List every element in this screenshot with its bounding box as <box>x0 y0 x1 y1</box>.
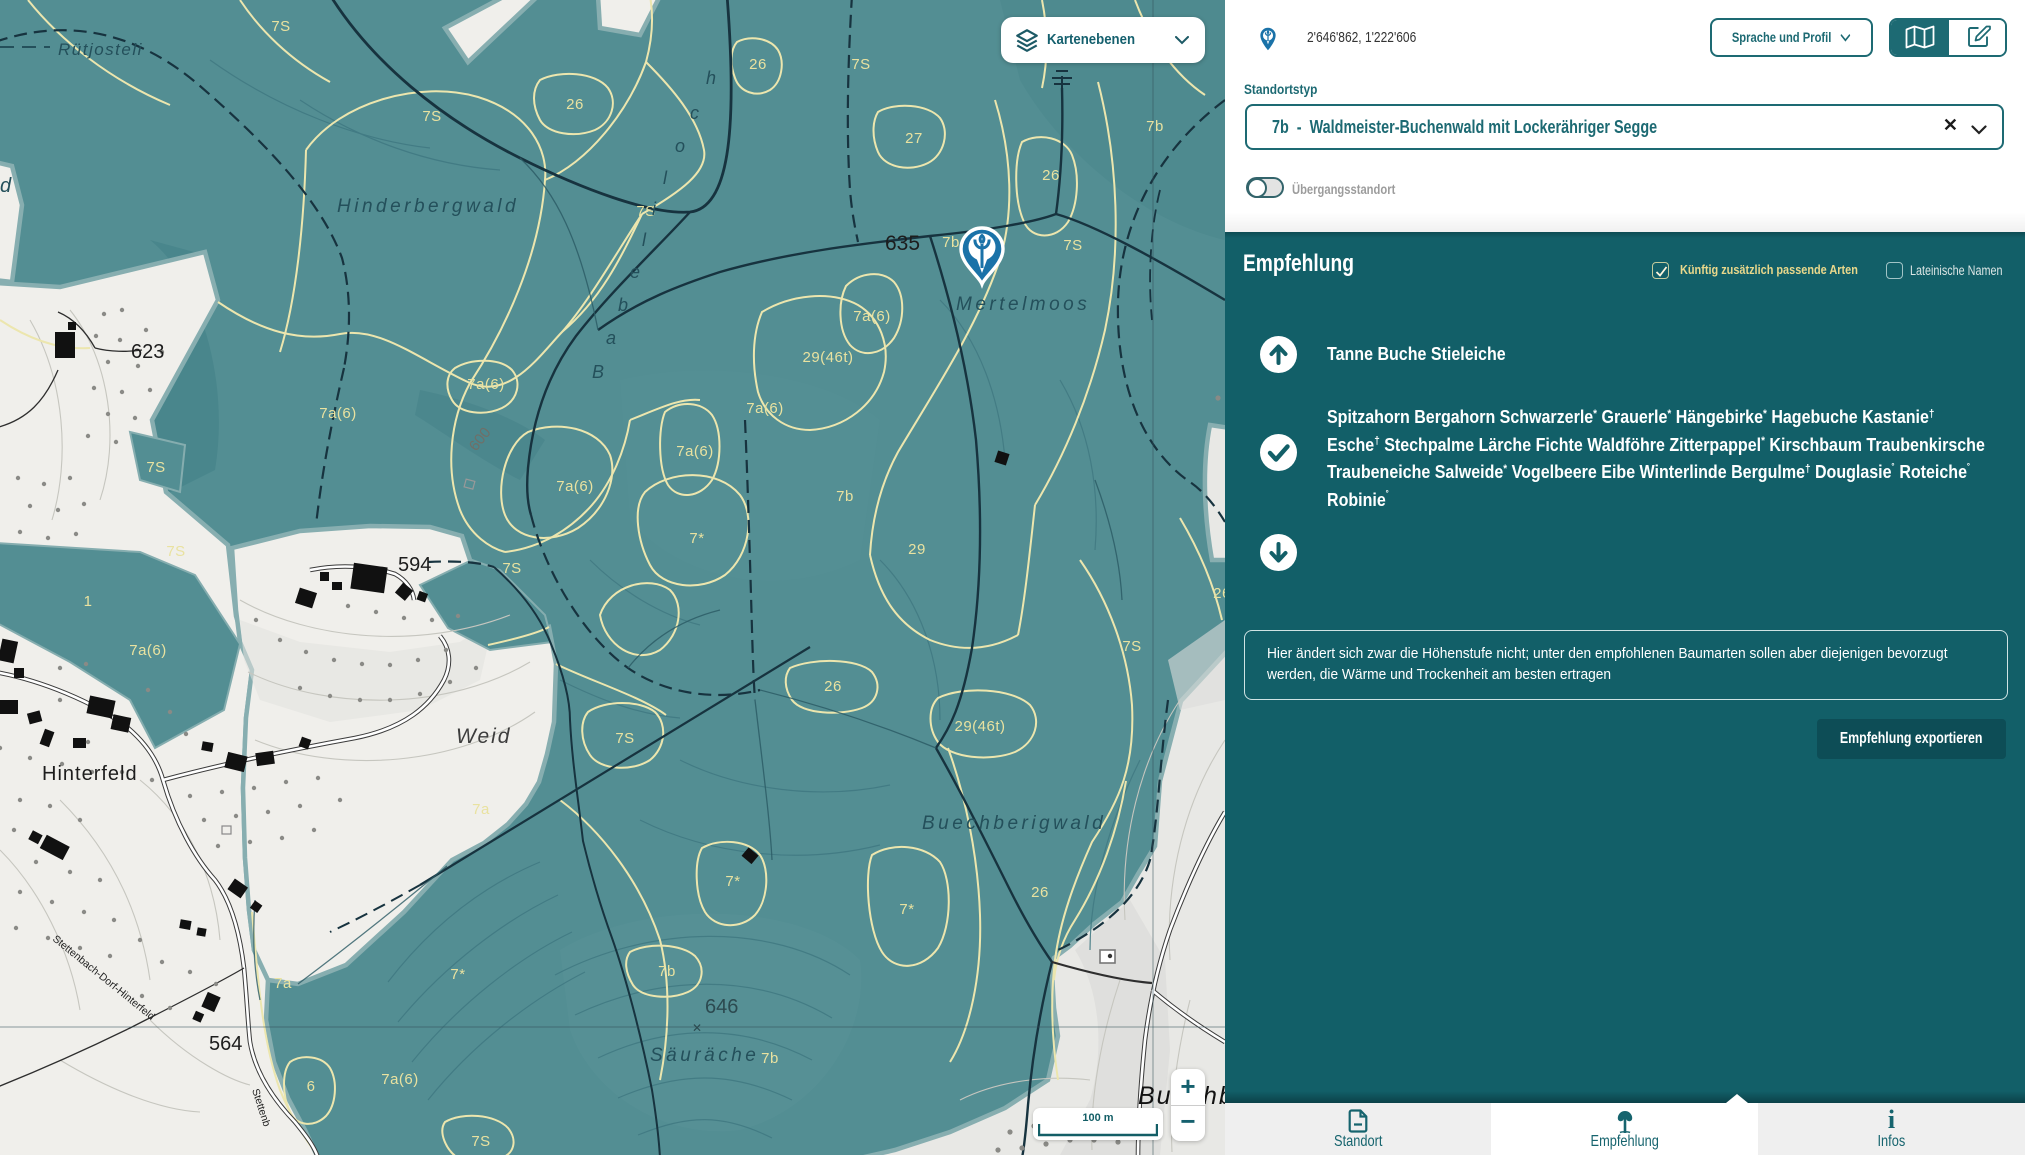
svg-text:7S: 7S <box>422 108 441 125</box>
svg-text:7S: 7S <box>146 459 165 476</box>
svg-text:7a(6): 7a(6) <box>467 376 505 393</box>
svg-text:Mertelmoos: Mertelmoos <box>956 294 1090 315</box>
svg-text:e: e <box>630 262 640 282</box>
svg-text:7b: 7b <box>942 234 960 251</box>
svg-text:c: c <box>690 103 699 123</box>
svg-text:7b: 7b <box>1146 118 1164 135</box>
svg-text:7*: 7* <box>899 901 914 918</box>
svg-text:7a(6): 7a(6) <box>319 405 357 422</box>
svg-text:7*: 7* <box>450 966 465 983</box>
svg-text:26: 26 <box>824 678 842 695</box>
svg-text:Weid: Weid <box>456 725 511 748</box>
svg-text:7S: 7S <box>615 730 634 747</box>
svg-text:26: 26 <box>1031 884 1049 901</box>
svg-text:7a: 7a <box>274 975 292 992</box>
svg-text:b: b <box>618 295 628 315</box>
svg-text:a: a <box>606 328 616 348</box>
svg-text:7S: 7S <box>166 543 185 560</box>
svg-text:7b: 7b <box>761 1050 779 1067</box>
svg-text:7a(6): 7a(6) <box>853 308 891 325</box>
svg-text:7S: 7S <box>851 56 870 73</box>
svg-text:o: o <box>675 136 685 156</box>
svg-text:7S: 7S <box>1063 237 1082 254</box>
svg-text:Hinderbergwald: Hinderbergwald <box>337 196 519 217</box>
svg-text:27: 27 <box>905 130 923 147</box>
svg-text:26: 26 <box>749 56 767 73</box>
svg-text:7S: 7S <box>271 18 290 35</box>
svg-text:7*: 7* <box>689 530 704 547</box>
svg-text:29(46t): 29(46t) <box>954 718 1005 735</box>
svg-text:d: d <box>0 175 12 197</box>
svg-text:Säuräche: Säuräche <box>650 1045 759 1066</box>
svg-text:7a(6): 7a(6) <box>676 443 714 460</box>
svg-text:B: B <box>592 362 604 382</box>
svg-text:7a(6): 7a(6) <box>129 642 167 659</box>
svg-text:Buechberigwald: Buechberigwald <box>922 813 1106 834</box>
svg-text:7b: 7b <box>836 488 854 505</box>
svg-text:29(46t): 29(46t) <box>802 349 853 366</box>
svg-text:Hinterfeld: Hinterfeld <box>42 763 138 785</box>
svg-text:564: 564 <box>209 1033 242 1055</box>
svg-text:7*: 7* <box>725 873 740 890</box>
svg-text:635: 635 <box>885 232 920 255</box>
svg-text:26: 26 <box>566 96 584 113</box>
svg-text:646: 646 <box>705 996 738 1018</box>
svg-text:7a: 7a <box>472 801 490 818</box>
svg-text:26: 26 <box>1042 167 1060 184</box>
svg-text:6: 6 <box>307 1078 316 1095</box>
svg-text:7b: 7b <box>658 963 676 980</box>
svg-text:594: 594 <box>398 554 431 576</box>
svg-text:29: 29 <box>908 541 926 558</box>
svg-text:623: 623 <box>131 341 164 363</box>
svg-text:7a(6): 7a(6) <box>746 400 784 417</box>
svg-text:7S: 7S <box>1122 638 1141 655</box>
svg-text:Rütjosteli: Rütjosteli <box>58 40 143 59</box>
svg-text:7S: 7S <box>502 560 521 577</box>
svg-text:1: 1 <box>84 593 93 610</box>
svg-text:h: h <box>706 68 716 88</box>
svg-text:26: 26 <box>1213 585 1225 602</box>
svg-text:7a(6): 7a(6) <box>556 478 594 495</box>
svg-text:7S: 7S <box>471 1133 490 1150</box>
svg-text:✕: ✕ <box>692 1021 702 1035</box>
svg-text:7a(6): 7a(6) <box>381 1071 419 1088</box>
